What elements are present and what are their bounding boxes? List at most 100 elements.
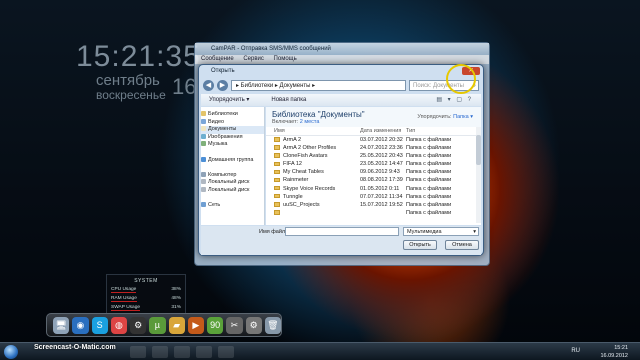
folder-icon: [274, 210, 280, 215]
forward-button[interactable]: ▶: [217, 79, 228, 91]
tray-time[interactable]: 15:21: [614, 345, 628, 351]
file-row[interactable]: FIFA 12 23.05.2012 14:47 Папка с файлами: [266, 160, 481, 168]
file-type: Папка с файлами: [406, 145, 452, 152]
tools-icon[interactable]: ✂: [226, 316, 243, 334]
cpu-row: CPU Usage 38%: [107, 287, 185, 293]
file-name: Skype Voice Records: [283, 185, 336, 192]
library-places-link[interactable]: 2 места: [300, 119, 320, 125]
file-name-cell: uuSC_Projects: [266, 201, 360, 209]
taskbar-app-5[interactable]: [218, 346, 234, 358]
file-date: 08.08.2012 17:39: [360, 177, 403, 184]
utorrent-icon[interactable]: µ: [149, 316, 166, 334]
sort-value[interactable]: Папка ▾: [453, 114, 473, 120]
file-row[interactable]: My Cheat Tables 09.06.2012 9:43 Папка с фа…: [266, 168, 481, 176]
filetype-value: Мультимедиа: [407, 229, 442, 235]
file-row[interactable]: uuSC_Projects 15.07.2012 19:52 Папка с фай…: [266, 201, 481, 209]
file-type: Папка с файлами: [406, 169, 452, 176]
menu-item-message[interactable]: Сообщение: [201, 56, 234, 62]
file-name-cell: [266, 209, 360, 217]
sidebar-item[interactable]: Изображения: [201, 134, 264, 142]
steam-icon[interactable]: ⚙: [130, 316, 147, 334]
tray-date[interactable]: 16.09.2012: [600, 353, 628, 359]
file-name: ArmA 2: [283, 137, 302, 143]
sidebar-item-label: Документы: [208, 126, 237, 133]
sidebar-item[interactable]: Компьютер: [201, 172, 264, 180]
sidebar-item[interactable]: Библиотеки: [201, 111, 264, 119]
sidebar-item[interactable]: Документы: [201, 126, 264, 134]
organize-button[interactable]: Упорядочить ▾: [209, 94, 249, 106]
badge-icon[interactable]: 90: [207, 316, 224, 334]
folder-icon[interactable]: ▰: [168, 316, 185, 334]
system-monitor-title: SYSTEM: [134, 278, 158, 284]
breadcrumb[interactable]: ▸ Библиотеки ▸ Документы ▸: [231, 79, 406, 91]
dock: 🖥 ◉ S ◍ ⚙ µ ▰ ▶ 90 ✂ ⚙ 🗑: [46, 313, 282, 337]
file-type: Папка с файлами: [406, 161, 452, 168]
media-icon[interactable]: ▶: [187, 316, 204, 334]
column-date[interactable]: Дата изменения: [360, 127, 406, 135]
folder-icon: [274, 177, 280, 183]
vertical-scrollbar[interactable]: [476, 127, 481, 223]
sort-label: Упорядочить:: [417, 114, 452, 120]
folder-icon: [274, 202, 280, 207]
sidebar-item-icon: [201, 141, 206, 147]
cpu-value: 38%: [171, 287, 181, 292]
column-headers: Имя Дата изменения Тип: [266, 127, 481, 136]
desktop-clock-month: сентябрь: [96, 72, 160, 89]
sort-control[interactable]: Упорядочить: Папка ▾: [417, 114, 473, 120]
file-row[interactable]: ArmA 2 Other Profiles 24.07.2012 23:36 Пап…: [266, 144, 481, 152]
file-list: ArmA 2 03.07.2012 20:32 Папка с файлами Arm…: [266, 136, 481, 217]
sidebar-item[interactable]: Локальный диск: [201, 179, 264, 187]
menu-item-service[interactable]: Сервис: [243, 56, 264, 62]
file-row[interactable]: Папка с файлами: [266, 209, 481, 217]
file-row[interactable]: Skype Voice Records 01.05.2012 0:11 Папка …: [266, 185, 481, 193]
file-row[interactable]: Tunngle 07.07.2012 11:34 Папка с файлами: [266, 193, 481, 201]
sidebar-item[interactable]: Домашняя группа: [201, 157, 264, 165]
back-button[interactable]: ◀: [203, 79, 214, 91]
file-date: [360, 209, 406, 217]
watermark: Screencast-O-Matic.com: [34, 344, 116, 351]
cancel-button[interactable]: Отмена: [445, 240, 479, 250]
column-name[interactable]: Имя: [266, 127, 360, 135]
sidebar-item: [201, 149, 264, 157]
taskbar-app-2[interactable]: [152, 346, 168, 358]
file-name-cell: My Cheat Tables: [266, 168, 360, 176]
swap-value: 31%: [171, 305, 181, 310]
folder-icon: [274, 193, 280, 199]
file-row[interactable]: ArmA 2 03.07.2012 20:32 Папка с файлами: [266, 136, 481, 144]
file-date: 07.07.2012 11:34: [360, 193, 403, 200]
computer-icon[interactable]: 🖥: [53, 316, 70, 334]
settings-icon[interactable]: ⚙: [245, 316, 262, 334]
sidebar-item-label: Видео: [208, 118, 225, 125]
menu-item-help[interactable]: Помощь: [274, 56, 297, 62]
taskbar-app-4[interactable]: [196, 346, 212, 358]
swap-label: SWAP Usage: [111, 305, 141, 311]
chrome-icon[interactable]: ◍: [110, 316, 127, 334]
sidebar-item-icon: [201, 186, 206, 192]
sidebar-item-label: Локальный диск: [208, 179, 250, 186]
scrollbar-thumb[interactable]: [476, 135, 481, 165]
column-type[interactable]: Тип: [406, 127, 462, 135]
desktop-clock-time: 15:21:35: [76, 40, 201, 73]
globe-icon[interactable]: ◉: [72, 316, 89, 334]
sidebar-item[interactable]: Сеть: [201, 202, 264, 210]
library-header: Библиотека "Документы" Включает: 2 места…: [266, 107, 481, 127]
language-indicator[interactable]: RU: [571, 348, 580, 354]
recycle-bin-icon[interactable]: 🗑: [264, 316, 281, 334]
file-type: Папка с файлами: [406, 137, 452, 143]
taskbar-app-1[interactable]: [130, 346, 146, 358]
filename-input[interactable]: [285, 227, 399, 236]
file-row[interactable]: Rainmeter 08.08.2012 17:39 Папка с файлами: [266, 176, 481, 184]
file-row[interactable]: CloneFish Avatars 25.05.2012 20:43 Папка с…: [266, 152, 481, 160]
view-options-button[interactable]: ▤ ▾ ▢ ?: [436, 94, 473, 106]
sidebar-item[interactable]: Музыка: [201, 141, 264, 149]
taskbar-app-3[interactable]: [174, 346, 190, 358]
skype-icon[interactable]: S: [91, 316, 108, 334]
filetype-select[interactable]: Мультимедиа ▾: [403, 227, 479, 236]
sidebar-item[interactable]: Локальный диск: [201, 187, 264, 195]
start-button[interactable]: [4, 345, 18, 359]
sidebar-item-label: Сеть: [208, 202, 221, 209]
file-name-cell: ArmA 2 Other Profiles: [266, 144, 360, 152]
new-folder-button[interactable]: Новая папка: [271, 94, 306, 106]
open-button[interactable]: Открыть: [403, 240, 437, 250]
sidebar-item[interactable]: Видео: [201, 119, 264, 127]
